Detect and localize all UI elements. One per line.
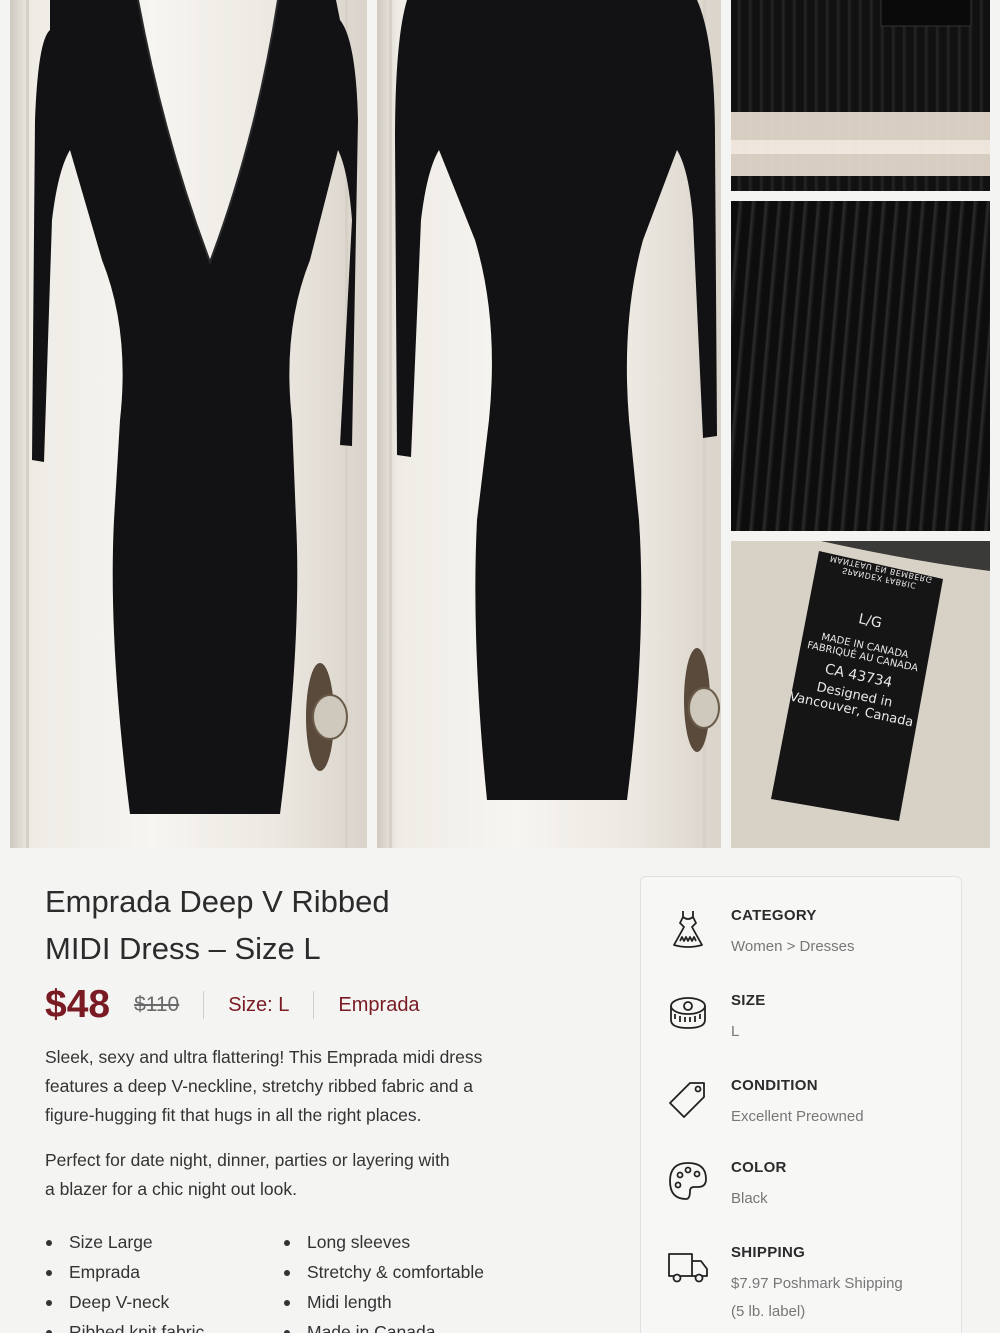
feature-item: Midi length (283, 1288, 484, 1318)
measuring-tape-icon (670, 997, 706, 1029)
price: $48 (45, 983, 111, 1026)
spec-label: CONDITION (731, 1077, 818, 1094)
spec-label: SHIPPING (731, 1244, 806, 1261)
palette-icon (669, 1162, 707, 1200)
spec-value[interactable]: Women > Dresses (731, 933, 951, 961)
photo-care-label[interactable]: MANTEAU EN BEMBERG SPANDEX FABRIC L/G MA… (731, 541, 990, 848)
dress-back-image (395, 0, 720, 800)
description-paragraph-2: Perfect for date night, dinner, parties … (45, 1146, 545, 1204)
description-paragraph-1: Sleek, sexy and ultra flattering! This E… (45, 1043, 545, 1130)
product-title-line2: MIDI Dress – Size L (45, 931, 321, 966)
spec-label: COLOR (731, 1159, 787, 1176)
photo-back[interactable] (377, 0, 721, 848)
feature-list-right: Long sleeves Stretchy & comfortable Midi… (283, 1228, 484, 1333)
feature-item: Stretchy & comfortable (283, 1258, 484, 1288)
photo-front[interactable] (10, 0, 367, 848)
feature-list-left: Size Large Emprada Deep V-neck Ribbed kn… (45, 1228, 204, 1333)
shipping-line: (5 lb. label) (731, 1303, 806, 1320)
description-line: a blazer for a chic night out look. (45, 1179, 297, 1199)
feature-item: Size Large (45, 1228, 204, 1258)
divider (203, 991, 205, 1019)
spec-value: $7.97 Poshmark Shipping (5 lb. label) (731, 1270, 951, 1326)
tag-icon (669, 1082, 705, 1118)
price-row: $48 $110 Size: L Emprada (45, 980, 420, 1030)
spec-value: Excellent Preowned (731, 1108, 864, 1125)
brand-link[interactable]: Emprada (338, 994, 419, 1017)
feature-item: Deep V-neck (45, 1288, 204, 1318)
product-title-line1: Emprada Deep V Ribbed (45, 884, 390, 919)
divider (313, 991, 315, 1019)
shipping-line: $7.97 Poshmark Shipping (731, 1275, 903, 1292)
brand-tag-image (731, 0, 990, 176)
photo-fabric-closeup[interactable] (731, 201, 990, 531)
feature-item: Ribbed knit fabric (45, 1318, 204, 1333)
spec-label: SIZE (731, 992, 766, 1009)
dress-icon (673, 911, 703, 948)
original-price: $110 (134, 993, 180, 1016)
size-link[interactable]: Size: L (228, 994, 289, 1017)
photo-brand-tag[interactable] (731, 0, 990, 191)
spec-value: Black (731, 1190, 768, 1207)
feature-item: Long sleeves (283, 1228, 484, 1258)
truck-icon (668, 1253, 708, 1283)
description-line: features a deep V-neckline, stretchy rib… (45, 1076, 474, 1096)
description-line: figure-hugging fit that hugs in all the … (45, 1105, 422, 1125)
spec-value: L (731, 1023, 740, 1040)
feature-item: Made in Canada (283, 1318, 484, 1333)
description-line: Sleek, sexy and ultra flattering! This E… (45, 1047, 483, 1067)
feature-item: Emprada (45, 1258, 204, 1288)
spec-label: CATEGORY (731, 907, 817, 924)
dress-front-image (32, 0, 358, 814)
description-line: Perfect for date night, dinner, parties … (45, 1150, 450, 1170)
details-card: CATEGORY Women > Dresses SIZE L CONDITIO… (640, 876, 962, 1333)
product-title: Emprada Deep V Ribbed MIDI Dress – Size … (45, 878, 605, 972)
